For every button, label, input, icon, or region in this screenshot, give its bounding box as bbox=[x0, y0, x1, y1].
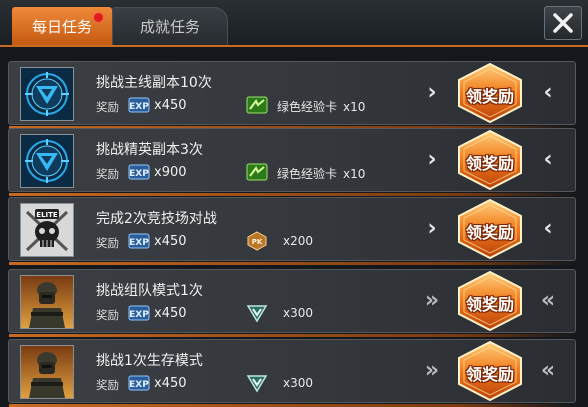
green-exp-card-icon bbox=[246, 163, 268, 181]
pk-medal-icon: PK bbox=[247, 231, 267, 251]
soldier-portrait-icon bbox=[20, 275, 74, 329]
arrow-right-icon: › bbox=[427, 216, 437, 241]
exp-amount: x450 bbox=[154, 306, 187, 321]
arrow-left-icon: ‹ bbox=[543, 80, 553, 105]
svg-text:EXP: EXP bbox=[129, 380, 149, 390]
reward-label: 奖励 bbox=[96, 308, 119, 322]
claim-reward-label: 领奖励 bbox=[465, 223, 514, 242]
reward-label: 奖励 bbox=[96, 236, 119, 250]
claim-reward-button[interactable]: 领奖励 bbox=[455, 62, 525, 124]
exp-amount: x450 bbox=[154, 234, 187, 249]
exp-icon: EXP bbox=[128, 233, 150, 249]
claim-reward-label: 领奖励 bbox=[465, 365, 514, 384]
reward-label: 奖励 bbox=[96, 100, 119, 114]
task-list[interactable]: 挑战主线副本10次 奖励 EXP x450 绿色经验卡 x10 › 领奖励 ‹ … bbox=[0, 47, 588, 407]
notification-dot bbox=[94, 13, 103, 22]
blue-v-emblem-icon bbox=[20, 67, 74, 121]
double-arrow-left-icon: « bbox=[540, 358, 556, 383]
teal-chevron-badge-icon bbox=[246, 375, 268, 393]
claim-reward-label: 领奖励 bbox=[465, 87, 514, 106]
task-row: 挑战1次生存模式 奖励 EXP x450 x300 » 领奖励 « bbox=[8, 339, 576, 407]
tab-daily-tasks[interactable]: 每日任务 bbox=[12, 7, 112, 45]
close-button[interactable] bbox=[544, 6, 582, 40]
exp-amount: x450 bbox=[154, 376, 187, 391]
teal-chevron-badge-icon bbox=[246, 305, 268, 323]
blue-v-emblem-icon bbox=[20, 134, 74, 188]
task-title: 挑战1次生存模式 bbox=[96, 353, 203, 369]
exp-amount: x450 bbox=[154, 98, 187, 113]
double-arrow-left-icon: « bbox=[540, 288, 556, 313]
claim-reward-label: 领奖励 bbox=[465, 154, 514, 173]
item-reward: x300 bbox=[283, 376, 314, 390]
svg-text:EXP: EXP bbox=[129, 102, 149, 112]
task-row: 挑战主线副本10次 奖励 EXP x450 绿色经验卡 x10 › 领奖励 ‹ bbox=[8, 61, 576, 129]
exp-icon: EXP bbox=[128, 97, 150, 113]
exp-icon: EXP bbox=[128, 375, 150, 391]
claim-reward-button[interactable]: 领奖励 bbox=[455, 198, 525, 260]
exp-amount: x900 bbox=[154, 165, 187, 180]
item-reward: 绿色经验卡 x10 bbox=[277, 167, 366, 181]
task-row: 挑战精英副本3次 奖励 EXP x900 绿色经验卡 x10 › 领奖励 ‹ bbox=[8, 128, 576, 196]
task-row: ELITE 完成2次竞技场对战 奖励 EXP x450 PK x200 › 领奖… bbox=[8, 197, 576, 265]
claim-reward-button[interactable]: 领奖励 bbox=[455, 340, 525, 402]
elite-skull-emblem-icon: ELITE bbox=[20, 203, 74, 257]
task-title: 挑战精英副本3次 bbox=[96, 142, 203, 158]
soldier-portrait-icon bbox=[20, 345, 74, 399]
arrow-right-icon: › bbox=[427, 147, 437, 172]
task-title: 挑战组队模式1次 bbox=[96, 283, 203, 299]
top-bar: 每日任务 成就任务 bbox=[0, 0, 588, 47]
claim-reward-button[interactable]: 领奖励 bbox=[455, 129, 525, 191]
double-arrow-right-icon: » bbox=[424, 358, 440, 383]
task-title: 挑战主线副本10次 bbox=[96, 75, 212, 91]
svg-text:PK: PK bbox=[252, 238, 263, 246]
tab-achievement-tasks[interactable]: 成就任务 bbox=[112, 7, 228, 45]
close-icon bbox=[553, 13, 573, 33]
task-row: 挑战组队模式1次 奖励 EXP x450 x300 » 领奖励 « bbox=[8, 269, 576, 337]
claim-reward-button[interactable]: 领奖励 bbox=[455, 270, 525, 332]
exp-icon: EXP bbox=[128, 305, 150, 321]
tab-daily-tasks-label: 每日任务 bbox=[31, 17, 92, 36]
green-exp-card-icon bbox=[246, 96, 268, 114]
svg-text:EXP: EXP bbox=[129, 310, 149, 320]
item-reward: 绿色经验卡 x10 bbox=[277, 100, 366, 114]
reward-label: 奖励 bbox=[96, 378, 119, 392]
task-title: 完成2次竞技场对战 bbox=[96, 211, 217, 227]
exp-icon: EXP bbox=[128, 164, 150, 180]
tab-achievement-tasks-label: 成就任务 bbox=[139, 18, 200, 36]
reward-label: 奖励 bbox=[96, 167, 119, 181]
double-arrow-right-icon: » bbox=[424, 288, 440, 313]
svg-text:ELITE: ELITE bbox=[36, 211, 58, 219]
item-reward: x200 bbox=[283, 234, 314, 248]
item-reward: x300 bbox=[283, 306, 314, 320]
arrow-left-icon: ‹ bbox=[543, 147, 553, 172]
arrow-right-icon: › bbox=[427, 80, 437, 105]
svg-text:EXP: EXP bbox=[129, 169, 149, 179]
arrow-left-icon: ‹ bbox=[543, 216, 553, 241]
svg-text:EXP: EXP bbox=[129, 238, 149, 248]
claim-reward-label: 领奖励 bbox=[465, 295, 514, 314]
